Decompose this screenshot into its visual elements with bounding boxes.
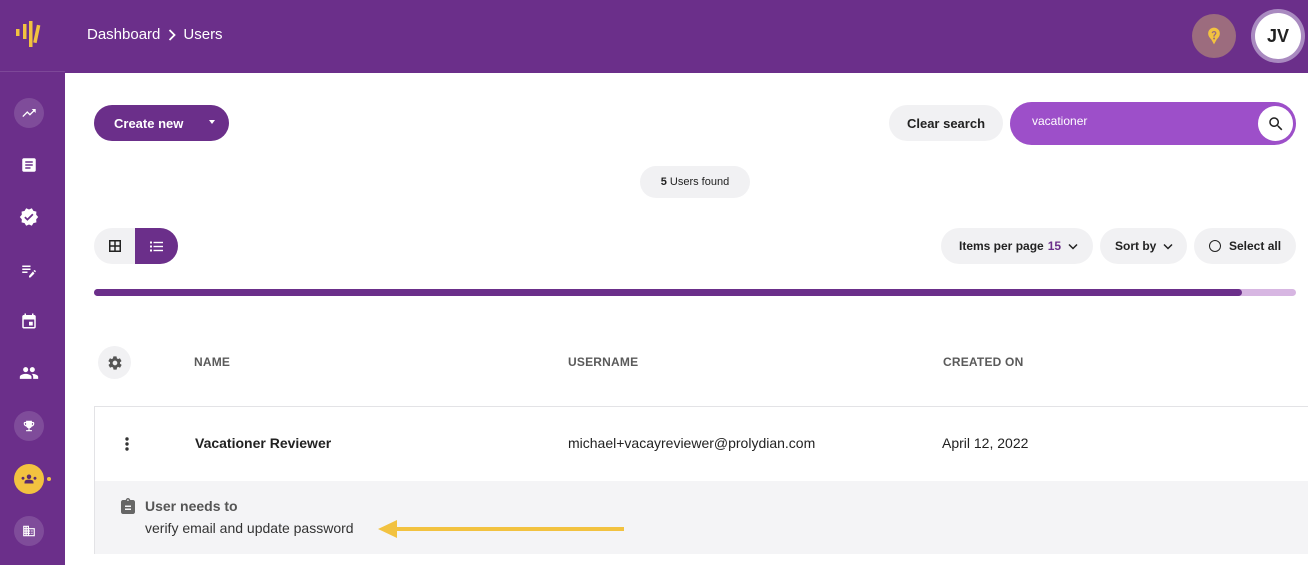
search-input[interactable] [1032,112,1247,130]
caret-down-icon[interactable] [209,120,215,124]
nav-edit-notes[interactable] [14,255,44,285]
search-icon [1268,116,1282,130]
user-username: michael+vacayreviewer@prolydian.com [568,435,816,451]
select-all-toggle[interactable]: Select all [1194,228,1296,264]
breadcrumb: Dashboard Users [87,26,223,43]
radio-unchecked-icon [1209,240,1221,252]
row-actions-button[interactable] [117,433,137,455]
sort-by-dropdown[interactable]: Sort by [1100,228,1187,264]
results-count: 5 [660,176,667,188]
sidebar [0,0,65,565]
nav-calendar[interactable] [14,306,44,336]
chevron-right-icon [168,28,177,41]
sort-by-label: Sort by [1115,239,1157,253]
domain-icon [23,525,35,537]
trending-up-icon [22,109,36,117]
progress-bar [94,289,1296,296]
clear-search-button[interactable]: Clear search [889,105,1003,141]
clipboard-icon [121,498,135,514]
breadcrumb-dashboard[interactable]: Dashboard [87,26,160,43]
groups-icon [21,474,37,484]
calendar-icon [22,313,36,329]
verified-icon [19,208,39,226]
user-avatar[interactable]: JV [1251,9,1305,63]
chevron-down-icon [1163,243,1173,250]
edit-note-icon [22,265,36,278]
user-created-on: April 12, 2022 [942,435,1029,451]
grid-icon [109,240,121,252]
results-label: Users found [669,176,730,188]
more-vert-icon [125,437,129,451]
gear-icon [107,355,122,370]
help-icon [1208,27,1220,45]
items-per-page-label: Items per page [959,239,1044,253]
nav-articles[interactable] [14,150,44,180]
user-status-note: User needs to verify email and update pa… [95,481,1308,554]
nav-awards[interactable] [14,411,44,441]
nav-organizations[interactable] [14,516,44,546]
avatar-initials: JV [1255,13,1301,59]
chevron-down-icon [1068,243,1078,250]
note-text: verify email and update password [145,520,354,536]
nav-users[interactable] [14,464,44,494]
column-header-name[interactable]: NAME [194,355,230,369]
results-count-badge: 5 Users found [640,166,750,198]
nav-verified[interactable] [14,202,44,232]
items-per-page-value: 15 [1047,239,1062,253]
article-icon [22,158,36,172]
table-row[interactable]: Vacationer Reviewer michael+vacayreviewe… [94,406,1308,554]
help-button[interactable] [1192,14,1236,58]
breadcrumb-users[interactable]: Users [183,26,222,43]
create-new-button[interactable]: Create new [94,105,229,141]
create-new-label: Create new [114,115,184,131]
arrow-left-icon [378,520,624,538]
search-bar [1010,102,1296,145]
top-bar: Dashboard Users JV [65,0,1308,73]
column-header-username[interactable]: USERNAME [568,355,638,369]
view-toggle [94,228,178,264]
items-per-page-dropdown[interactable]: Items per page 15 [941,228,1093,264]
nav-people[interactable] [14,358,44,388]
active-indicator [47,477,51,481]
people-icon [19,367,39,379]
trophy-icon [23,420,35,432]
column-settings-button[interactable] [98,346,131,379]
nav-analytics[interactable] [14,98,44,128]
search-button[interactable] [1258,106,1293,141]
column-header-created-on[interactable]: CREATED ON [943,355,1023,369]
app-logo[interactable] [0,0,65,72]
list-view-button[interactable] [135,228,178,264]
note-title: User needs to [145,498,238,514]
user-name[interactable]: Vacationer Reviewer [195,435,331,451]
select-all-label: Select all [1229,239,1282,253]
list-icon [150,241,163,251]
progress-bar-fill [94,289,1242,296]
grid-view-button[interactable] [94,228,136,264]
